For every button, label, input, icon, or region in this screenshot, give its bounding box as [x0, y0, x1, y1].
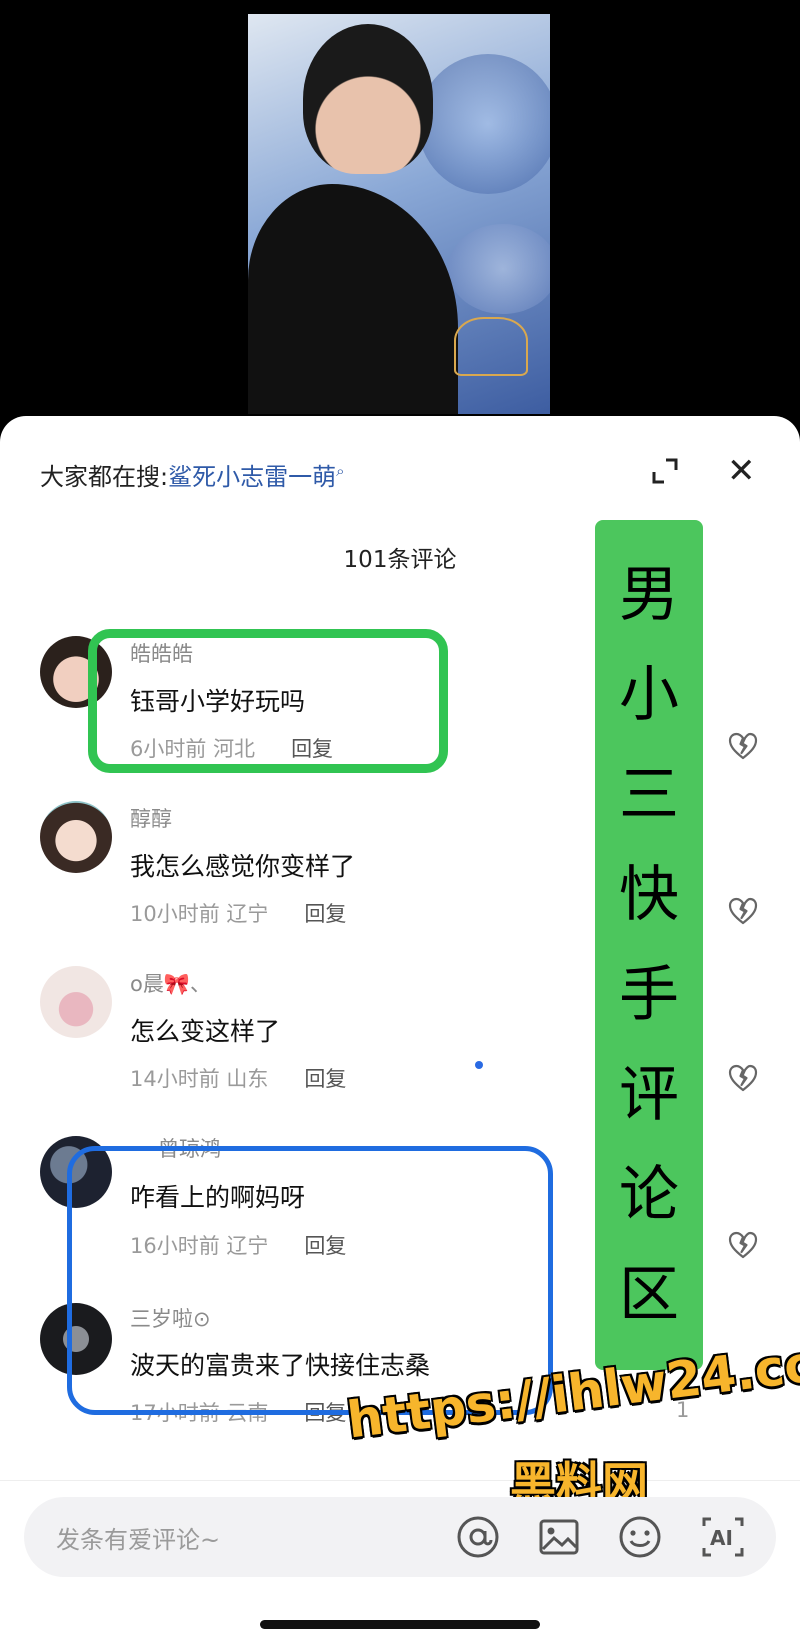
- svg-text:AI: AI: [710, 1526, 733, 1550]
- wallpaper-decoration: [448, 224, 550, 314]
- banner-char: 论: [619, 1160, 679, 1230]
- expand-icon[interactable]: [652, 458, 678, 484]
- comment-meta: 10小时前 辽宁 回复: [130, 898, 346, 928]
- comment-time: 14小时前: [130, 1067, 220, 1091]
- avatar[interactable]: [40, 966, 112, 1038]
- comment-username[interactable]: o晨🎀、: [130, 968, 211, 998]
- ai-icon[interactable]: AI: [700, 1514, 746, 1560]
- video-preview[interactable]: [248, 14, 550, 414]
- search-icon: ⌕: [336, 462, 345, 480]
- comment-text[interactable]: 怎么变这样了: [130, 1012, 280, 1048]
- banner-char: 男: [619, 560, 679, 630]
- comment-meta: 14小时前 山东 回复: [130, 1063, 346, 1093]
- close-icon[interactable]: ✕: [727, 454, 756, 488]
- reply-button[interactable]: 回复: [304, 1067, 346, 1091]
- comment-time: 10小时前: [130, 902, 220, 926]
- banner-char: 区: [619, 1260, 679, 1330]
- comment-text[interactable]: 我怎么感觉你变样了: [130, 847, 355, 883]
- image-icon[interactable]: [536, 1514, 582, 1560]
- vertical-banner: 男 小 三 快 手 评 论 区: [595, 520, 703, 1370]
- banner-char: 快: [619, 860, 679, 930]
- person-head: [303, 24, 433, 174]
- comment-username[interactable]: 醇醇: [130, 803, 172, 833]
- indicator-dot: [475, 1061, 483, 1069]
- broken-heart-icon[interactable]: [728, 1063, 758, 1093]
- avatar[interactable]: [40, 801, 112, 873]
- broken-heart-icon[interactable]: [728, 896, 758, 926]
- home-indicator: [260, 1620, 540, 1629]
- person-body: [248, 184, 458, 414]
- deer-ornament: [454, 317, 528, 376]
- banner-char: 小: [619, 660, 679, 730]
- comment-region: 辽宁: [226, 902, 269, 926]
- broken-heart-icon[interactable]: [728, 1230, 758, 1260]
- broken-heart-icon[interactable]: [728, 731, 758, 761]
- comment-input[interactable]: 发条有爱评论~: [56, 1520, 220, 1555]
- search-hint[interactable]: 大家都在搜:鲨死小志雷一萌⌕: [40, 457, 345, 492]
- banner-char: 手: [619, 960, 679, 1030]
- reply-button[interactable]: 回复: [304, 902, 346, 926]
- comment-region: 山东: [226, 1067, 269, 1091]
- search-hint-prefix: 大家都在搜:: [40, 463, 169, 491]
- emoji-icon[interactable]: [617, 1514, 663, 1560]
- divider: [0, 1480, 800, 1481]
- banner-char: 评: [619, 1060, 679, 1130]
- green-highlight-box: [88, 629, 448, 773]
- wallpaper-decoration: [418, 54, 550, 194]
- banner-char: 三: [619, 760, 679, 830]
- at-icon[interactable]: [455, 1514, 501, 1560]
- search-keyword[interactable]: 鲨死小志雷一萌: [168, 463, 336, 491]
